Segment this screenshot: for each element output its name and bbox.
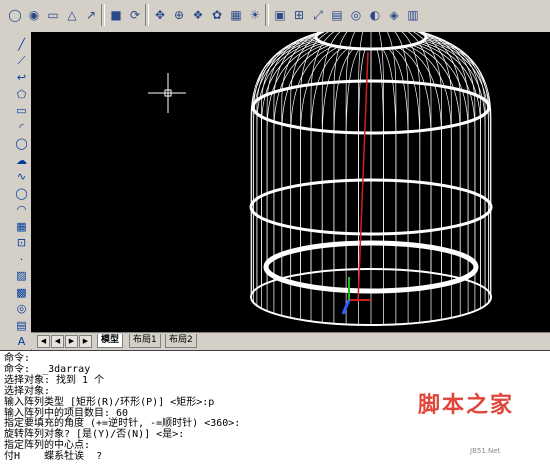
zoom-window-icon[interactable]: ⊞	[290, 6, 308, 24]
birdcage-wireframe	[148, 32, 493, 326]
rotate-icon[interactable]: ⟳	[126, 6, 144, 24]
tab-model[interactable]: 模型	[97, 334, 124, 348]
globe-icon[interactable]: ◉	[25, 6, 43, 24]
shade-icon[interactable]: ◐	[366, 6, 384, 24]
layer-icon[interactable]: ▤	[328, 6, 346, 24]
draw-toolbar: ╱ ⟋ ↩ ⬠ ▭ ◜ ◯ ☁ ∿ ◯ ◠ ▦ ⊡ · ▨ ▩ ◎ ▤ A	[12, 32, 32, 350]
tab-layout2[interactable]: 布局2	[165, 334, 197, 348]
toolbar-separator	[265, 4, 269, 26]
next-tab-icon[interactable]: ▶	[65, 335, 78, 348]
ucs-icon	[341, 277, 371, 315]
toolbar-separator	[101, 4, 105, 26]
pan-icon[interactable]: ✥	[151, 6, 169, 24]
properties-icon[interactable]: ▥	[404, 6, 422, 24]
cone-icon[interactable]: △	[63, 6, 81, 24]
top-toolbar: ◯ ◉ ▭ △ ↗ ■ ⟳ ✥ ⊕ ❖ ✿ ▦ ☀ ▣ ⊞ ⤢ ▤ ◎ ◐ ◈ ▥	[0, 0, 550, 33]
view-icon[interactable]: ▣	[271, 6, 289, 24]
toolbar-separator	[145, 4, 149, 26]
circle-icon[interactable]: ◯	[6, 6, 24, 24]
command-line: 付H 蝶系牡诶 ?	[4, 451, 103, 463]
box-icon[interactable]: ■	[107, 6, 125, 24]
drawing-viewport[interactable]	[31, 32, 550, 332]
watermark-subtext: JB51.Net	[470, 447, 501, 455]
camera-icon[interactable]: ◈	[385, 6, 403, 24]
arrow-icon[interactable]: ↗	[82, 6, 100, 24]
tab-layout1[interactable]: 布局1	[129, 334, 161, 348]
first-tab-icon[interactable]: ◀	[37, 335, 50, 348]
last-tab-icon[interactable]: ▶	[79, 335, 92, 348]
prev-tab-icon[interactable]: ◀	[51, 335, 64, 348]
command-window[interactable]: 脚本之家 JB51.Net 命令: 命令: _3darray 选择对象: 找到 1 …	[0, 350, 550, 464]
palette-icon[interactable]: ✿	[208, 6, 226, 24]
render-icon[interactable]: ❖	[189, 6, 207, 24]
layout-tab-bar: ◀ ◀ ▶ ▶ 模型 布局1 布局2	[31, 332, 550, 349]
crosshair-cursor	[148, 73, 186, 113]
command-line: 输入阵列类型 [矩形(R)/环形(P)] <矩形>:p	[4, 396, 215, 408]
mtext-icon[interactable]: A	[12, 332, 31, 351]
cylinder-icon[interactable]: ▭	[44, 6, 62, 24]
watermark-text: 脚本之家	[418, 393, 515, 418]
zoom-extents-icon[interactable]: ⤢	[309, 6, 327, 24]
zoom-icon[interactable]: ⊕	[170, 6, 188, 24]
material-icon[interactable]: ▦	[227, 6, 245, 24]
light-icon[interactable]: ☀	[246, 6, 264, 24]
command-line: 选择对象:	[4, 385, 51, 397]
orbit-icon[interactable]: ◎	[347, 6, 365, 24]
